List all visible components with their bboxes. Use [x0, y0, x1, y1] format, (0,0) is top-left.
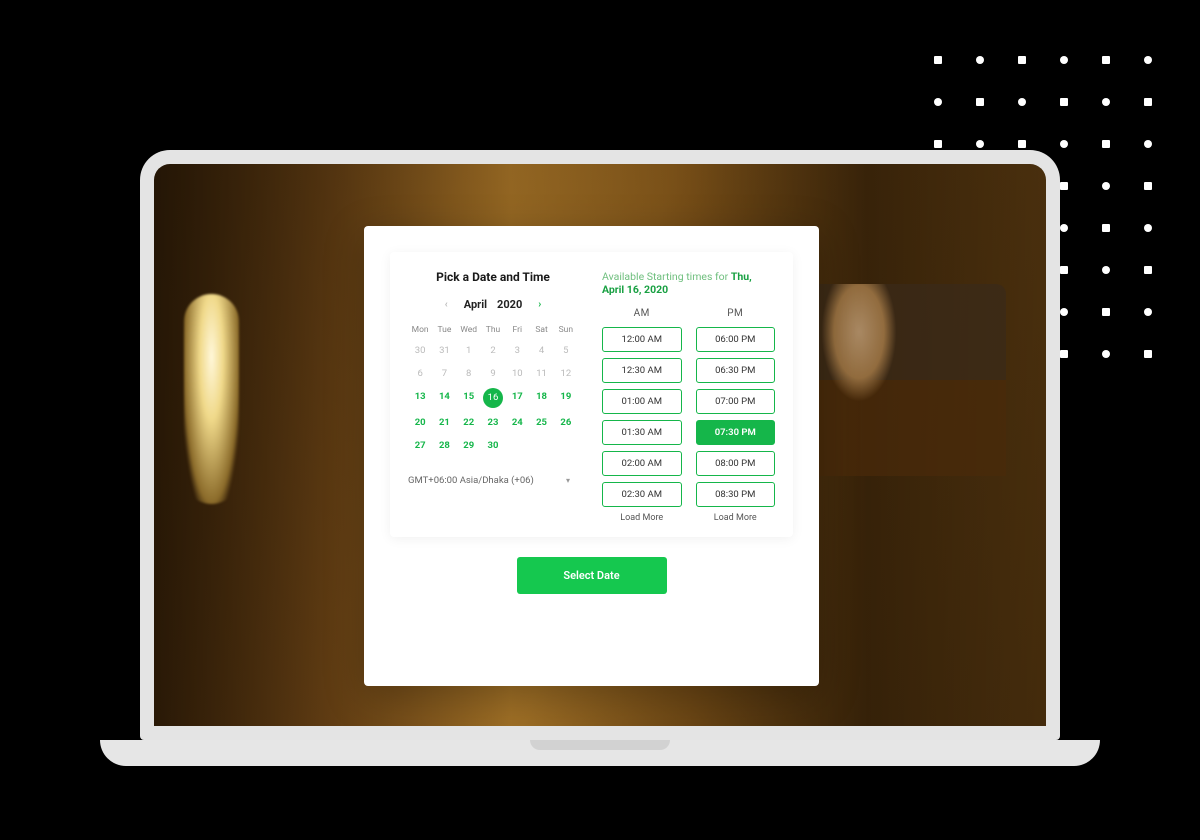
calendar-day-selected[interactable]: 16 [483, 388, 503, 408]
calendar-day-disabled [505, 434, 529, 457]
calendar-grid: 3031123456789101112131415161718192021222… [408, 339, 578, 457]
calendar-dow-row: MonTueWedThuFriSatSun [408, 321, 578, 339]
booking-card: Pick a Date and Time ‹ April 2020 › MonT… [364, 226, 819, 686]
calendar-year: 2020 [497, 298, 522, 311]
laptop-base [100, 740, 1100, 766]
am-label: AM [602, 308, 682, 319]
calendar-day-available[interactable]: 17 [505, 385, 529, 411]
timeslot[interactable]: 08:00 PM [696, 451, 776, 476]
calendar-day-available[interactable]: 21 [432, 411, 456, 434]
available-prefix: Available Starting times for [602, 270, 731, 283]
calendar-day-available[interactable]: 18 [529, 385, 553, 411]
calendar-day-disabled: 31 [432, 339, 456, 362]
calendar-day-disabled: 2 [481, 339, 505, 362]
timeslot[interactable]: 02:00 AM [602, 451, 682, 476]
calendar-day-available[interactable]: 14 [432, 385, 456, 411]
pm-label: PM [696, 308, 776, 319]
calendar-dow: Mon [408, 321, 432, 339]
timeslot[interactable]: 08:30 PM [696, 482, 776, 507]
calendar-day-available[interactable]: 27 [408, 434, 432, 457]
select-date-button[interactable]: Select Date [517, 557, 667, 594]
calendar-day-available[interactable]: 29 [457, 434, 481, 457]
chevron-left-icon[interactable]: ‹ [439, 299, 454, 310]
load-more-am[interactable]: Load More [602, 513, 682, 523]
background-lamp [184, 294, 239, 504]
calendar-day-available[interactable]: 30 [481, 434, 505, 457]
calendar-day-disabled [529, 434, 553, 457]
calendar-day-available[interactable]: 28 [432, 434, 456, 457]
calendar-day-disabled: 9 [481, 362, 505, 385]
timeslots-panel: Available Starting times for Thu, April … [602, 270, 775, 523]
card-title: Pick a Date and Time [408, 270, 578, 284]
timeslot[interactable]: 02:30 AM [602, 482, 682, 507]
calendar-day-disabled: 12 [554, 362, 578, 385]
calendar-day-disabled: 1 [457, 339, 481, 362]
chevron-right-icon[interactable]: › [532, 299, 547, 310]
calendar-panel: Pick a Date and Time ‹ April 2020 › MonT… [408, 270, 578, 523]
calendar-day-disabled: 10 [505, 362, 529, 385]
background-barber [796, 284, 1006, 604]
timeslot[interactable]: 07:00 PM [696, 389, 776, 414]
timezone-select[interactable]: GMT+06:00 Asia/Dhaka (+06) ▾ [408, 475, 578, 486]
calendar-day-available[interactable]: 26 [554, 411, 578, 434]
calendar-month: April [464, 298, 487, 311]
calendar-day-disabled: 7 [432, 362, 456, 385]
calendar-day-available[interactable]: 20 [408, 411, 432, 434]
calendar-dow: Sat [529, 321, 553, 339]
calendar-day-available[interactable]: 19 [554, 385, 578, 411]
available-heading: Available Starting times for Thu, April … [602, 270, 775, 296]
laptop-bezel: Pick a Date and Time ‹ April 2020 › MonT… [140, 150, 1060, 740]
calendar-day-disabled [554, 434, 578, 457]
calendar-day-available[interactable]: 25 [529, 411, 553, 434]
timeslot[interactable]: 06:00 PM [696, 327, 776, 352]
calendar-dow: Fri [505, 321, 529, 339]
timeslot[interactable]: 06:30 PM [696, 358, 776, 383]
calendar-dow: Tue [432, 321, 456, 339]
timeslot-selected[interactable]: 07:30 PM [696, 420, 776, 445]
laptop-screen: Pick a Date and Time ‹ April 2020 › MonT… [154, 164, 1046, 726]
timeslot[interactable]: 01:30 AM [602, 420, 682, 445]
calendar-day-available[interactable]: 13 [408, 385, 432, 411]
calendar-dow: Wed [457, 321, 481, 339]
timeslot[interactable]: 12:30 AM [602, 358, 682, 383]
calendar-day-disabled: 30 [408, 339, 432, 362]
timeslot[interactable]: 12:00 AM [602, 327, 682, 352]
calendar-day-available[interactable]: 15 [457, 385, 481, 411]
calendar-day-available[interactable]: 22 [457, 411, 481, 434]
calendar-dow: Sun [554, 321, 578, 339]
chevron-down-icon: ▾ [566, 476, 570, 485]
month-switcher: ‹ April 2020 › [408, 298, 578, 311]
calendar-day-disabled: 4 [529, 339, 553, 362]
calendar-day-disabled: 5 [554, 339, 578, 362]
calendar-dow: Thu [481, 321, 505, 339]
timeslot[interactable]: 01:00 AM [602, 389, 682, 414]
laptop-mockup: Pick a Date and Time ‹ April 2020 › MonT… [140, 150, 1060, 766]
timezone-label: GMT+06:00 Asia/Dhaka (+06) [408, 475, 534, 486]
calendar-day-available[interactable]: 23 [481, 411, 505, 434]
am-column: AM 12:00 AM 12:30 AM 01:00 AM 01:30 AM 02:00… [602, 308, 682, 523]
pm-column: PM 06:00 PM 06:30 PM 07:00 PM 07:30 PM 08:00… [696, 308, 776, 523]
calendar-day-disabled: 3 [505, 339, 529, 362]
calendar-day-disabled: 11 [529, 362, 553, 385]
calendar-day-disabled: 6 [408, 362, 432, 385]
booking-card-inner: Pick a Date and Time ‹ April 2020 › MonT… [390, 252, 793, 537]
calendar-day-disabled: 8 [457, 362, 481, 385]
calendar-day-available[interactable]: 24 [505, 411, 529, 434]
load-more-pm[interactable]: Load More [696, 513, 776, 523]
